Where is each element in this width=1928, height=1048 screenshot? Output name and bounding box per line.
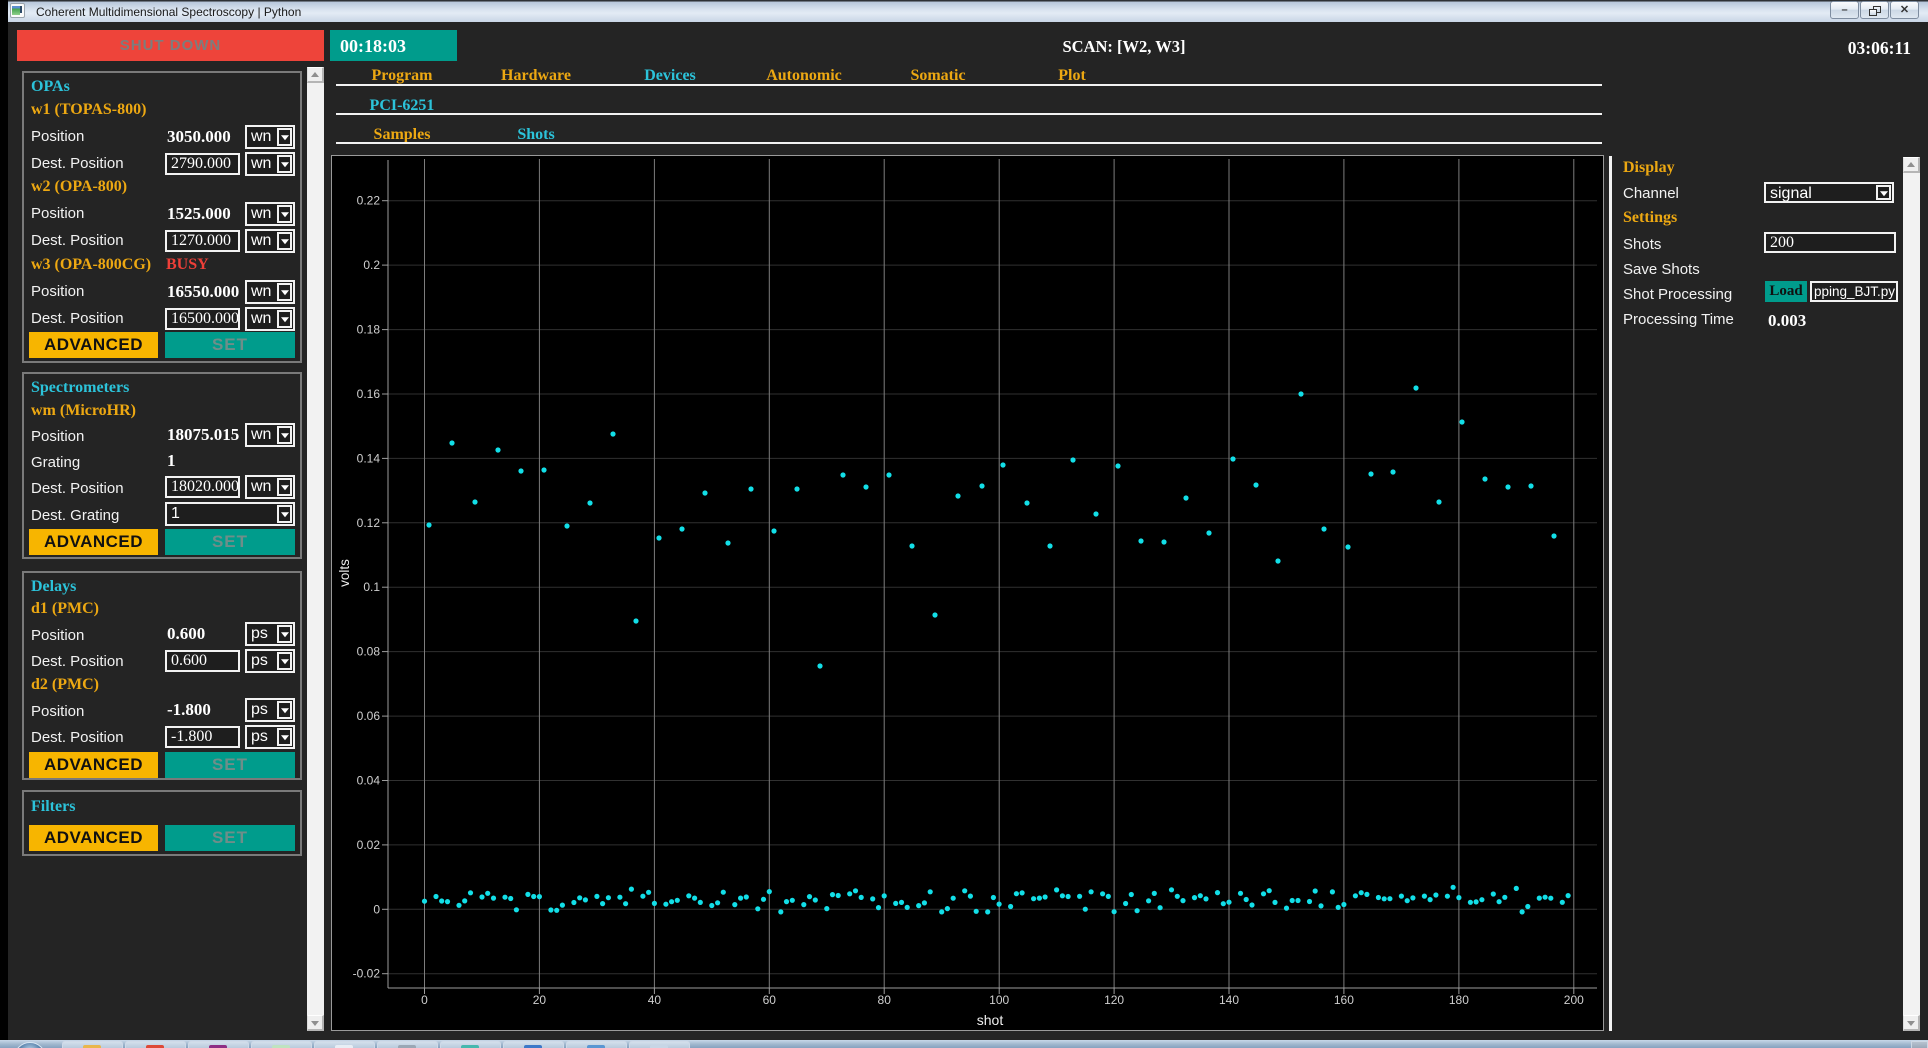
svg-text:0.2: 0.2: [363, 258, 380, 272]
svg-text:0.14: 0.14: [357, 451, 381, 465]
svg-text:180: 180: [1449, 993, 1469, 1007]
svg-text:120: 120: [1104, 993, 1124, 1007]
svg-text:0.22: 0.22: [357, 194, 381, 208]
svg-text:160: 160: [1334, 993, 1354, 1007]
svg-text:0.16: 0.16: [357, 387, 381, 401]
svg-text:100: 100: [989, 993, 1009, 1007]
svg-text:0.04: 0.04: [357, 774, 381, 788]
svg-text:0: 0: [421, 993, 428, 1007]
svg-text:0.06: 0.06: [357, 709, 381, 723]
svg-text:200: 200: [1564, 993, 1584, 1007]
svg-text:0.12: 0.12: [357, 516, 381, 530]
svg-text:-0.02: -0.02: [353, 967, 381, 981]
svg-text:0: 0: [373, 902, 380, 916]
svg-text:0.18: 0.18: [357, 323, 381, 337]
svg-text:0.08: 0.08: [357, 645, 381, 659]
svg-text:20: 20: [533, 993, 547, 1007]
svg-text:40: 40: [648, 993, 662, 1007]
svg-text:0.1: 0.1: [363, 580, 380, 594]
svg-text:volts: volts: [337, 559, 352, 587]
svg-text:60: 60: [763, 993, 777, 1007]
svg-text:140: 140: [1219, 993, 1239, 1007]
svg-text:shot: shot: [977, 1012, 1004, 1028]
svg-text:80: 80: [878, 993, 892, 1007]
svg-text:0.02: 0.02: [357, 838, 381, 852]
